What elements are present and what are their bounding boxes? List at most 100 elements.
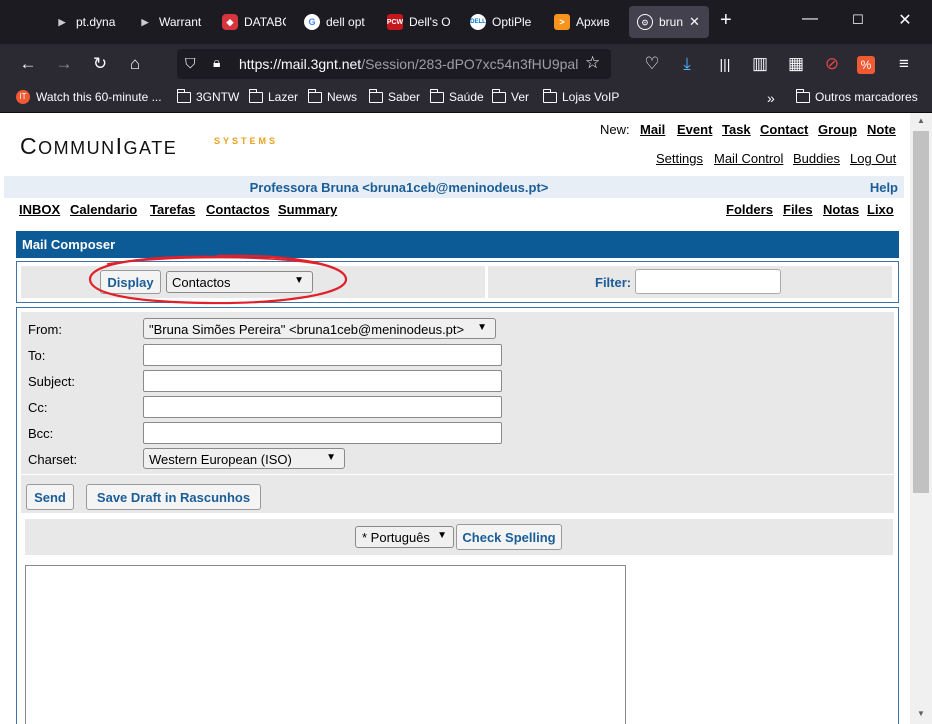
addon-icon[interactable]: % xyxy=(857,56,875,74)
display-button[interactable]: Display xyxy=(100,270,161,294)
forward-icon[interactable]: → xyxy=(53,54,75,76)
folder-icon xyxy=(542,88,557,103)
new-task-link[interactable]: Task xyxy=(722,122,751,137)
browser-tab[interactable]: DELL OptiPle xyxy=(470,6,534,38)
chevron-down-icon: ▼ xyxy=(477,322,487,333)
from-label: From: xyxy=(28,322,62,337)
close-window-icon[interactable]: ✕ xyxy=(890,10,920,30)
tab-label: DATABC xyxy=(244,15,286,29)
more-bookmarks-icon[interactable]: » xyxy=(767,90,775,106)
new-mail-link[interactable]: Mail xyxy=(640,122,665,137)
pcw-icon: PCW xyxy=(387,14,403,30)
library-icon[interactable]: ||| xyxy=(714,54,736,76)
browser-tab[interactable]: ▶ pt.dyna xyxy=(54,6,118,38)
extension-icon[interactable]: ▦ xyxy=(785,54,807,76)
logout-link[interactable]: Log Out xyxy=(850,151,896,166)
bookmarks-bar: IT Watch this 60-minute ... 3GNTW Lazer … xyxy=(0,84,932,113)
menu-icon[interactable]: ≡ xyxy=(893,54,915,76)
inbox-link[interactable]: INBOX xyxy=(19,202,60,217)
scroll-down-icon[interactable]: ▼ xyxy=(910,709,932,718)
bookmark-folder[interactable]: Saber xyxy=(368,88,420,104)
mail-control-link[interactable]: Mail Control xyxy=(714,151,783,166)
language-select-value: * Português xyxy=(362,530,430,545)
help-link[interactable]: Help xyxy=(870,180,898,195)
folder-icon xyxy=(368,88,383,103)
new-note-link[interactable]: Note xyxy=(867,122,896,137)
block-icon[interactable]: ⊘ xyxy=(821,54,843,76)
page-scrollbar[interactable]: ▲ ▼ xyxy=(910,113,932,724)
bookmark-folder[interactable]: Ver xyxy=(491,88,530,104)
pocket-icon[interactable]: ♡ xyxy=(641,54,663,76)
send-button[interactable]: Send xyxy=(26,484,74,510)
bookmark-folder[interactable]: Lojas VoIP xyxy=(542,88,620,104)
browser-tab-active[interactable]: ⊙ brun ✕ xyxy=(629,6,709,38)
bookmark-label: 3GNTW xyxy=(196,90,240,104)
folder-icon xyxy=(248,88,263,103)
filter-input[interactable] xyxy=(635,269,781,294)
charset-select-value: Western European (ISO) xyxy=(149,452,292,467)
bookmark-label: Ver xyxy=(511,90,530,104)
bookmark-item[interactable]: IT Watch this 60-minute ... xyxy=(16,90,162,104)
bookmark-icon: IT xyxy=(16,90,30,104)
settings-link[interactable]: Settings xyxy=(656,151,703,166)
reload-icon[interactable]: ↻ xyxy=(89,54,111,76)
url-text[interactable]: https://mail.3gnt.net/Session/283-dPO7xc… xyxy=(239,56,579,72)
bookmark-star-icon[interactable]: ☆ xyxy=(585,53,600,73)
home-icon[interactable]: ⌂ xyxy=(124,54,146,76)
to-field[interactable] xyxy=(143,344,502,366)
language-select[interactable]: * Português ▼ xyxy=(355,526,454,548)
buddies-link[interactable]: Buddies xyxy=(793,151,840,166)
calendario-link[interactable]: Calendario xyxy=(70,202,137,217)
charset-select[interactable]: Western European (ISO) ▼ xyxy=(143,448,345,469)
url-bar[interactable]: ⛉ 🔒︎ https://mail.3gnt.net/Session/283-d… xyxy=(177,49,611,79)
scroll-thumb[interactable] xyxy=(913,131,929,493)
user-bar: Professora Bruna <bruna1ceb@meninodeus.p… xyxy=(4,176,904,198)
close-tab-icon[interactable]: ✕ xyxy=(689,14,700,30)
back-icon[interactable]: ← xyxy=(17,54,39,76)
folders-link[interactable]: Folders xyxy=(726,202,773,217)
to-label: To: xyxy=(28,348,46,363)
sidebar-icon[interactable]: ▥ xyxy=(749,54,771,76)
tab-label: Архив xyxy=(576,15,610,29)
bookmark-label: Saúde xyxy=(449,90,484,104)
scroll-up-icon[interactable]: ▲ xyxy=(910,116,932,125)
message-body-textarea[interactable] xyxy=(25,565,626,724)
tarefas-link[interactable]: Tarefas xyxy=(150,202,195,217)
minimize-icon[interactable]: — xyxy=(795,10,825,28)
browser-tab-bar: ▶ pt.dyna ▶ Warrant ◆ DATABC G dell opt … xyxy=(0,0,932,44)
summary-link[interactable]: Summary xyxy=(278,202,337,217)
display-select[interactable]: Contactos ▼ xyxy=(166,271,313,293)
save-draft-button[interactable]: Save Draft in Rascunhos xyxy=(86,484,261,510)
bookmark-folder[interactable]: Saúde xyxy=(429,88,484,104)
check-spelling-button[interactable]: Check Spelling xyxy=(456,524,562,550)
from-select[interactable]: "Bruna Simões Pereira" <bruna1ceb@menino… xyxy=(143,318,496,339)
new-event-link[interactable]: Event xyxy=(677,122,712,137)
maximize-icon[interactable]: ☐ xyxy=(843,12,873,28)
shield-icon: ◆ xyxy=(222,14,238,30)
browser-tab[interactable]: G dell opt xyxy=(304,6,368,38)
subject-field[interactable] xyxy=(143,370,502,392)
lock-icon[interactable]: 🔒︎ xyxy=(213,54,220,71)
new-contact-link[interactable]: Contact xyxy=(760,122,808,137)
browser-tab[interactable]: ◆ DATABC xyxy=(222,6,286,38)
bcc-field[interactable] xyxy=(143,422,502,444)
bookmark-label: Lojas VoIP xyxy=(562,90,620,104)
contactos-link[interactable]: Contactos xyxy=(206,202,270,217)
cc-field[interactable] xyxy=(143,396,502,418)
files-link[interactable]: Files xyxy=(783,202,813,217)
browser-tab[interactable]: PCW Dell's O xyxy=(387,6,451,38)
browser-tab[interactable]: > Архив xyxy=(554,6,616,38)
bookmark-folder[interactable]: News xyxy=(307,88,357,104)
lixo-link[interactable]: Lixo xyxy=(867,202,894,217)
new-group-link[interactable]: Group xyxy=(818,122,857,137)
browser-tab[interactable]: ▶ Warrant xyxy=(137,6,203,38)
bookmark-folder[interactable]: Lazer xyxy=(248,88,298,104)
bookmark-folder[interactable]: 3GNTW xyxy=(176,88,240,104)
notas-link[interactable]: Notas xyxy=(823,202,859,217)
new-tab-icon[interactable]: + xyxy=(720,10,732,30)
terminal-icon: ▶ xyxy=(141,16,149,27)
other-bookmarks-folder[interactable]: Outros marcadores xyxy=(795,88,918,104)
download-icon[interactable]: ⤓ xyxy=(676,54,698,76)
shield-icon[interactable]: ⛉ xyxy=(185,55,196,72)
bookmark-label: Watch this 60-minute ... xyxy=(36,90,162,104)
